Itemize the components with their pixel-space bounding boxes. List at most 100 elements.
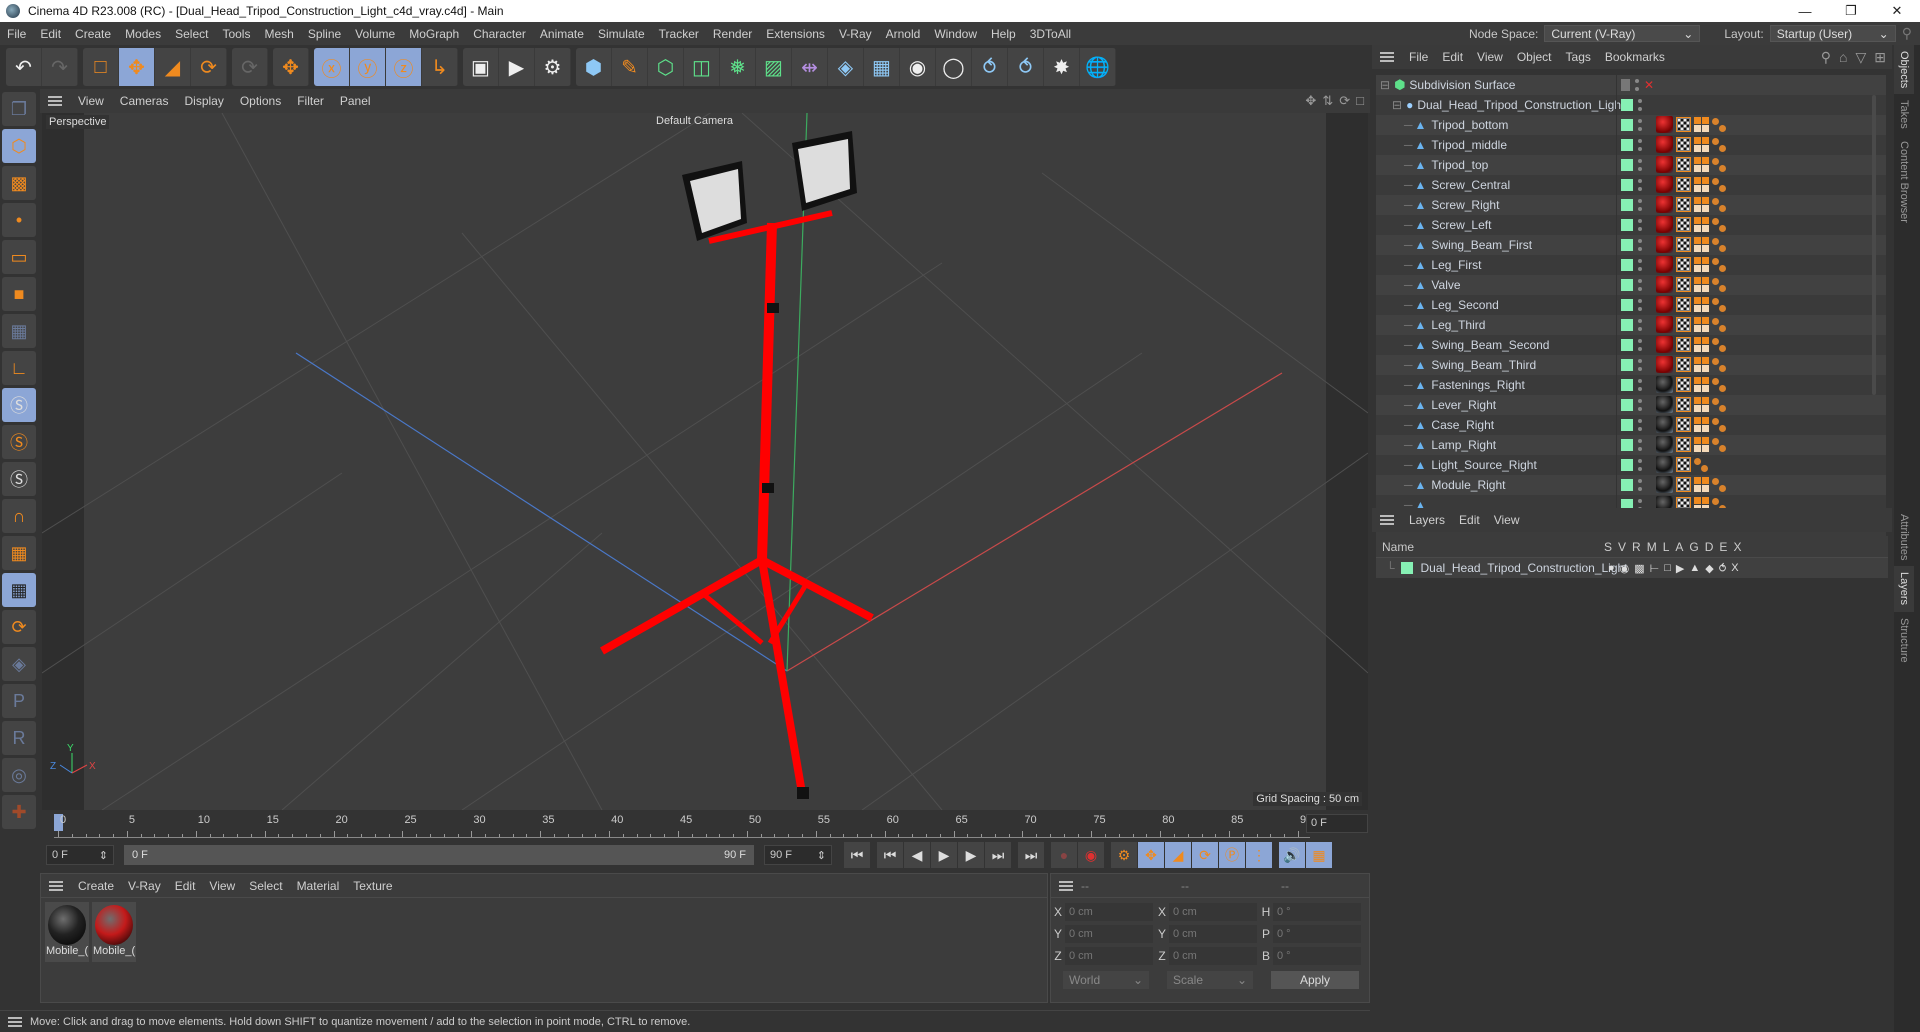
frame-range-slider[interactable]: 0 F 90 F (124, 845, 754, 865)
menu-create[interactable]: Create (68, 27, 118, 41)
deformer-icon[interactable]: ◈ (828, 48, 864, 86)
object-row[interactable]: ─ ▲ Leg_Second (1376, 295, 1886, 315)
pin-scale-icon[interactable]: ◎ (2, 758, 36, 792)
light-icon[interactable]: ◯ (936, 48, 972, 86)
collapse-icon[interactable]: ⊟ (1380, 78, 1390, 92)
globe-icon[interactable]: 🌐 (1080, 48, 1116, 86)
material-tag-icon[interactable] (1656, 216, 1673, 233)
menu-3dtoall[interactable]: 3DToAll (1023, 27, 1078, 41)
layer-color-icon[interactable] (1621, 199, 1633, 211)
phong-tag-icon[interactable] (1712, 437, 1726, 452)
layer-color-icon[interactable] (1621, 359, 1633, 371)
orbit-icon[interactable]: ⟳ (1339, 93, 1350, 109)
coordinate-system-icon[interactable]: ✥ (273, 48, 309, 86)
new-window-icon[interactable]: ⊞ (1874, 49, 1886, 66)
layer-color-icon[interactable] (1621, 479, 1633, 491)
visibility-dots-icon[interactable] (1638, 259, 1642, 271)
layer-color-swatch[interactable] (1400, 562, 1413, 574)
uvw-tag-icon[interactable] (1694, 337, 1709, 352)
layer-color-icon[interactable] (1621, 239, 1633, 251)
texture-tag-icon[interactable] (1676, 297, 1691, 312)
visibility-dots-icon[interactable] (1638, 419, 1642, 431)
phong-tag-icon[interactable] (1712, 157, 1726, 172)
uvw-tag-icon[interactable] (1694, 357, 1709, 372)
viewport-menu-display[interactable]: Display (176, 94, 231, 108)
menu-modes[interactable]: Modes (118, 27, 168, 41)
layer-column-d[interactable]: D (1705, 540, 1714, 554)
object-row[interactable]: ─ ▲ Case_Right (1376, 415, 1886, 435)
size-y-field[interactable]: 0 cm (1169, 925, 1257, 943)
object-row[interactable]: ─ ▲ Fastenings_Right (1376, 375, 1886, 395)
texture-tag-icon[interactable] (1676, 177, 1691, 192)
python-generator-icon[interactable]: ⥀ (1008, 48, 1044, 86)
autokey-icon[interactable]: ◉ (1078, 842, 1104, 868)
menu-arnold[interactable]: Arnold (879, 27, 928, 41)
pan-icon[interactable]: ✥ (1305, 93, 1316, 109)
material-tag-icon[interactable] (1656, 376, 1673, 393)
hamburger-icon[interactable] (1059, 880, 1073, 891)
layer-column-m[interactable]: M (1647, 540, 1657, 554)
side-tab-layers[interactable]: Layers (1894, 566, 1914, 612)
material-item[interactable]: Mobile_( (45, 902, 89, 962)
visibility-dots-icon[interactable] (1638, 459, 1642, 471)
search-icon[interactable]: ⚲ (1902, 25, 1912, 42)
render-icon[interactable]: ▩ (1634, 562, 1644, 575)
solo-icon[interactable]: ● (1608, 562, 1615, 575)
scale-icon[interactable]: ◢ (155, 48, 191, 86)
axis-mode-icon[interactable]: ∟ (2, 351, 36, 385)
layer-column-a[interactable]: A (1675, 540, 1683, 554)
generators-icon[interactable]: ▲ (1689, 562, 1700, 575)
camera-label[interactable]: Default Camera (656, 115, 733, 127)
live-selection-icon[interactable]: □ (83, 48, 119, 86)
layer-column-v[interactable]: V (1618, 540, 1626, 554)
x-axis-lock-icon[interactable]: ⓧ (314, 48, 350, 86)
menu-animate[interactable]: Animate (533, 27, 591, 41)
visibility-dots-icon[interactable] (1638, 159, 1642, 171)
locked-workplane-icon[interactable]: ▦ (2, 573, 36, 607)
subdivision-icon[interactable]: ⬡ (648, 48, 684, 86)
visibility-dots-icon[interactable] (1638, 279, 1642, 291)
home-icon[interactable]: ⌂ (1839, 49, 1847, 66)
material-tag-icon[interactable] (1656, 456, 1673, 473)
menu-edit[interactable]: Edit (33, 27, 68, 41)
filter-icon[interactable]: ▽ (1855, 49, 1866, 66)
lock-icon[interactable]: □ (1664, 562, 1671, 575)
previous-key-icon[interactable]: ⏮ (877, 842, 903, 868)
layer-color-icon[interactable] (1621, 339, 1633, 351)
material-tag-icon[interactable] (1656, 396, 1673, 413)
uvw-tag-icon[interactable] (1694, 397, 1709, 412)
material-tag-icon[interactable] (1656, 276, 1673, 293)
extrude-icon[interactable]: ◫ (684, 48, 720, 86)
material-tag-icon[interactable] (1656, 296, 1673, 313)
visibility-dots-icon[interactable] (1638, 439, 1642, 451)
visibility-dots-icon[interactable] (1638, 399, 1642, 411)
object-row[interactable]: ─ ▲ Screw_Central (1376, 175, 1886, 195)
floor-icon[interactable]: ▦ (864, 48, 900, 86)
phong-tag-icon[interactable] (1712, 117, 1726, 132)
key-scale-icon[interactable]: ◢ (1165, 842, 1191, 868)
cube-icon[interactable]: ⬢ (576, 48, 612, 86)
visibility-dots-icon[interactable] (1638, 99, 1642, 111)
uvw-tag-icon[interactable] (1694, 197, 1709, 212)
layer-color-icon[interactable] (1621, 279, 1633, 291)
menu-tracker[interactable]: Tracker (652, 27, 706, 41)
object-row[interactable]: ─ ▲ Tripod_bottom (1376, 115, 1886, 135)
position-y-field[interactable]: 0 cm (1065, 925, 1153, 943)
model-mode-icon[interactable]: ⬡ (2, 129, 36, 163)
menu-spline[interactable]: Spline (301, 27, 348, 41)
stepper-icon[interactable]: ⇕ (817, 849, 826, 862)
texture-tag-icon[interactable] (1676, 157, 1691, 172)
material-tag-icon[interactable] (1656, 316, 1673, 333)
texture-tag-icon[interactable] (1676, 477, 1691, 492)
expressions-icon[interactable]: ⥀ (1719, 562, 1727, 575)
objects-menu-file[interactable]: File (1402, 50, 1435, 64)
texture-tag-icon[interactable] (1676, 137, 1691, 152)
animation-icon[interactable]: ▶ (1676, 562, 1684, 575)
visibility-dots-icon[interactable] (1638, 119, 1642, 131)
render-picture-viewer-icon[interactable]: ▶ (499, 48, 535, 86)
material-tag-icon[interactable] (1656, 416, 1673, 433)
phong-tag-icon[interactable] (1712, 417, 1726, 432)
timeline[interactable]: 051015202530354045505560657075808590 0 F (40, 810, 1370, 838)
material-tag-icon[interactable] (1656, 256, 1673, 273)
phong-tag-icon[interactable] (1712, 317, 1726, 332)
